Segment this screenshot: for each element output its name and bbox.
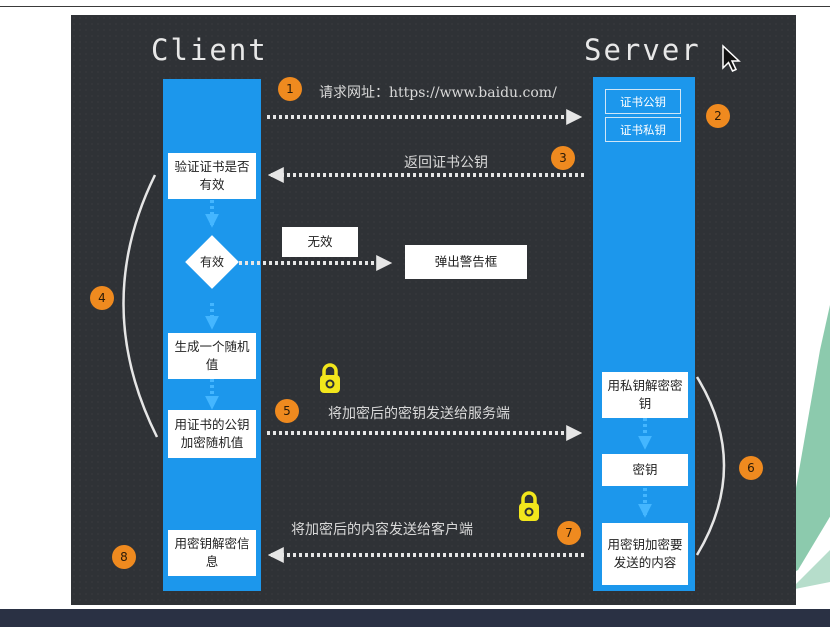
key-box: 密钥: [602, 454, 688, 486]
valid-decision-label: 有效: [199, 255, 224, 269]
encrypt-random-box: 用证书的公钥加密随机值: [168, 410, 256, 458]
mouse-pointer-icon: [722, 44, 741, 72]
loop-curve-4: [122, 174, 159, 438]
lock-icon: [519, 491, 539, 521]
step-badge-7: 7: [557, 521, 581, 545]
step-badge-2: 2: [706, 104, 730, 128]
verify-cert-box: 验证证书是否有效: [168, 153, 256, 199]
return-pubkey-label: 返回证书公钥: [404, 155, 488, 171]
alert-box: 弹出警告框: [405, 245, 527, 279]
lock-icon: [320, 363, 340, 393]
step-badge-3: 3: [551, 146, 575, 170]
cert-privkey-box: 证书私钥: [605, 117, 681, 142]
step-badge-8: 8: [112, 545, 136, 569]
encrypt-content-box: 用密钥加密要发送的内容: [602, 523, 688, 585]
loop-curve-6: [695, 376, 726, 556]
step-badge-6: 6: [739, 456, 763, 480]
step-badge-5: 5: [275, 399, 299, 423]
cert-pubkey-box: 证书公钥: [605, 89, 681, 114]
arrow-layer: [122, 109, 726, 563]
decrypt-info-box: 用密钥解密信息: [168, 530, 256, 576]
step-badge-1: 1: [278, 77, 302, 101]
bottom-bar: [0, 609, 830, 627]
decrypt-key-box: 用私钥解密密钥: [602, 372, 688, 418]
send-content-label: 将加密后的内容发送给客户端: [291, 522, 473, 538]
top-divider: [0, 6, 830, 7]
invalid-label-box: 无效: [282, 227, 358, 257]
step-badge-4: 4: [90, 286, 114, 310]
gen-random-box: 生成一个随机值: [168, 333, 256, 379]
send-key-label: 将加密后的密钥发送给服务端: [328, 406, 510, 422]
request-url-label: 请求网址：https://www.baidu.com/: [319, 85, 557, 101]
blackboard-diagram: Client Server 验证证书是否有效 有效 生成一个随机值 用证书的公钥…: [71, 15, 796, 605]
